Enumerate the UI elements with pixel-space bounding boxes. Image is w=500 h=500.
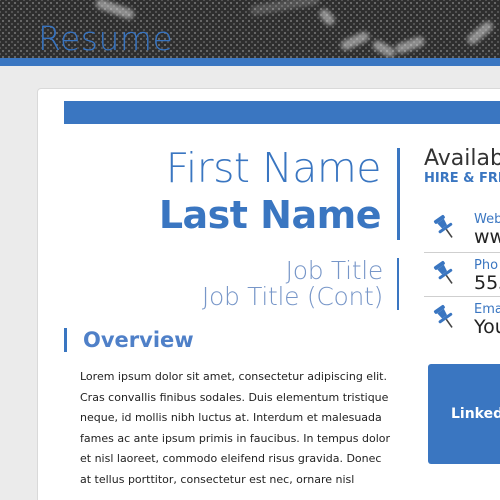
availability-subheading: HIRE & FRE: [424, 171, 500, 186]
availability-heading: Availabl: [424, 146, 500, 171]
contact-label: Ema: [474, 302, 500, 317]
first-name: First Name: [165, 144, 382, 192]
last-name: Last Name: [158, 193, 382, 237]
header-banner: Resume: [0, 0, 500, 60]
contact-value: www: [474, 226, 500, 248]
overview-heading: Overview: [83, 328, 194, 352]
contact-divider: [424, 252, 500, 253]
pushpin-icon: [433, 260, 453, 284]
job-title-line-2: Job Title (Cont): [201, 282, 383, 312]
contact-email[interactable]: Ema You: [424, 298, 500, 342]
header-accent-bar: [0, 58, 500, 66]
contact-divider: [424, 296, 500, 297]
job-title: Job Title Job Title (Cont): [201, 256, 384, 312]
contact-web[interactable]: Web www: [424, 208, 500, 252]
overview-text: Lorem ipsum dolor sit amet, consectetur …: [80, 370, 391, 486]
contact-label: Pho: [474, 258, 499, 273]
contact-phone[interactable]: Pho 555: [424, 254, 500, 298]
contact-value: 555: [474, 272, 500, 294]
contact-value: You: [474, 316, 500, 338]
job-title-divider: [397, 258, 399, 310]
pushpin-icon: [433, 214, 453, 238]
name-divider: [397, 148, 400, 240]
contact-label: Web: [474, 212, 500, 227]
linkedin-label: Linkedi: [451, 406, 500, 422]
overview-accent: [64, 328, 67, 352]
job-title-line-1: Job Title: [285, 256, 384, 285]
page-title: Resume: [38, 19, 174, 58]
pushpin-icon: [433, 304, 453, 328]
card-accent-bar: [64, 101, 500, 124]
linkedin-button[interactable]: Linkedi: [428, 364, 500, 464]
